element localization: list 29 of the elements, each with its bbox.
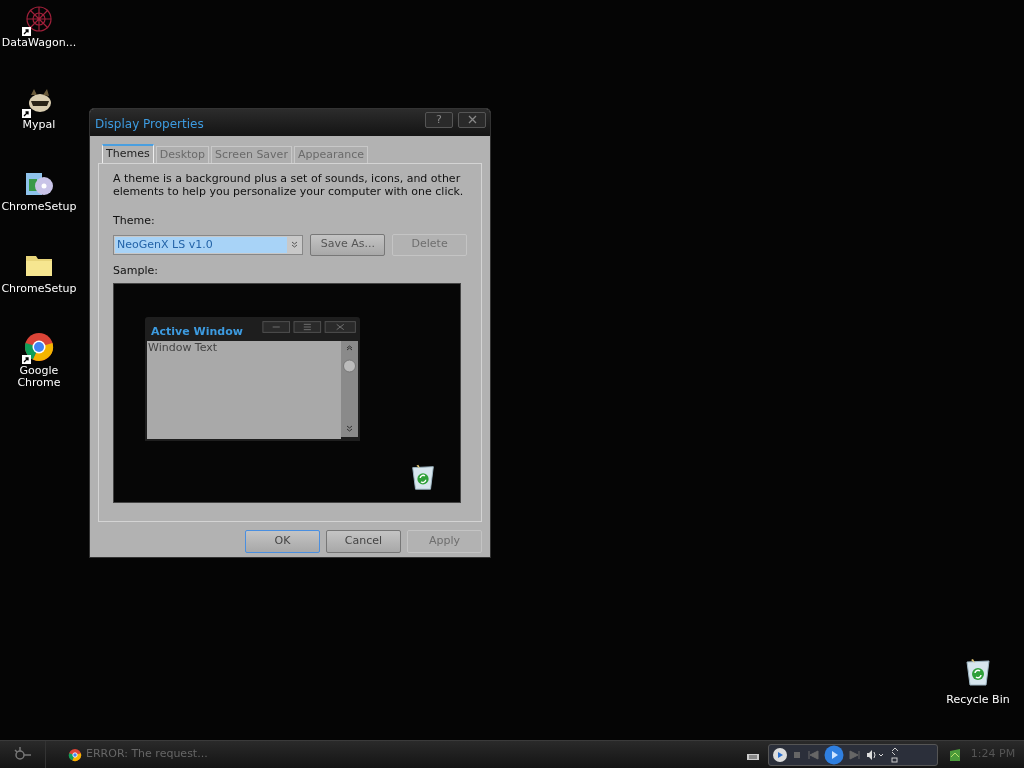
window-title: Display Properties xyxy=(95,116,205,133)
dropdown-arrow-icon xyxy=(290,240,300,249)
taskbar-button[interactable]: ERROR: The request... xyxy=(66,743,210,766)
desktop-icon-label[interactable]: Recycle Bin xyxy=(946,692,1010,709)
media-player-icon[interactable] xyxy=(772,746,788,763)
theme-action-button[interactable]: Save As... xyxy=(310,233,386,256)
desktop-icon-label[interactable]: DataWagon... xyxy=(1,37,77,49)
web-icon xyxy=(23,3,55,35)
theme-dropdown[interactable]: NeoGenX LS v1.0 xyxy=(113,234,304,255)
sample-label: Sample: xyxy=(113,262,159,279)
scrollbar-icon xyxy=(341,341,358,437)
description-text: A theme is a background plus a set of sounds, icons, and other elements to help you personalize your computer with one click. xyxy=(113,172,465,198)
sample-window-text: Window Text xyxy=(147,341,341,439)
desktop-icon-label[interactable]: ChromeSetup xyxy=(1,283,77,295)
volume-icon[interactable] xyxy=(866,748,886,761)
tab[interactable]: Themes xyxy=(102,144,154,163)
close-icon xyxy=(467,115,477,124)
theme-label: Theme: xyxy=(113,213,156,229)
desktop-icon-label[interactable]: Google Chrome xyxy=(0,365,78,389)
dialog-button[interactable]: Cancel xyxy=(326,530,401,553)
chrome-icon xyxy=(68,747,82,762)
desktop-icon-label[interactable]: ChromeSetup xyxy=(1,201,77,213)
sample-window-title: Active Window xyxy=(151,323,244,340)
dialog-button[interactable]: OK xyxy=(245,530,320,553)
help-button[interactable]: ? xyxy=(425,111,453,128)
chrome-icon xyxy=(23,331,55,363)
desktop-icon-label[interactable]: Mypal xyxy=(22,119,56,131)
close-button[interactable] xyxy=(458,111,486,128)
play-icon[interactable] xyxy=(824,744,844,765)
